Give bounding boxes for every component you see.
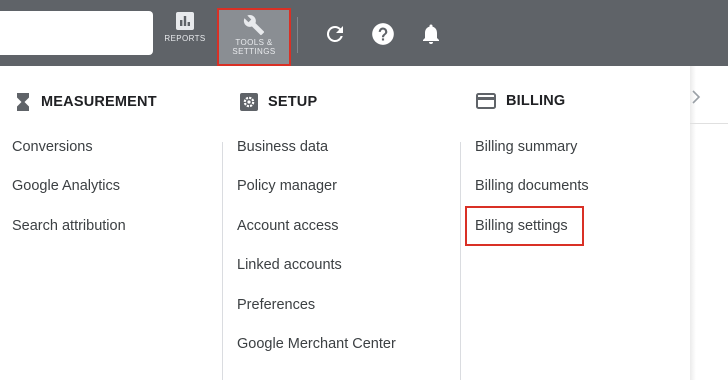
help-icon: [372, 23, 394, 45]
menu-item-preferences[interactable]: Preferences: [237, 297, 315, 313]
menu-item-google-analytics[interactable]: Google Analytics: [12, 178, 120, 194]
bell-icon: [423, 24, 439, 44]
menu-item-account-access[interactable]: Account access: [237, 218, 339, 234]
tools-settings-button[interactable]: TOOLS & SETTINGS: [217, 8, 291, 66]
billing-column: BILLING Billing summary Billing document…: [460, 66, 690, 380]
billing-settings-highlight: [465, 206, 584, 246]
background-page: [690, 66, 728, 380]
refresh-icon: [326, 25, 343, 42]
help-button[interactable]: [369, 20, 397, 48]
menu-item-billing-summary[interactable]: Billing summary: [475, 139, 577, 155]
panel-shadow: [690, 66, 696, 380]
credit-card-icon: [476, 93, 496, 109]
menu-item-search-attribution[interactable]: Search attribution: [12, 218, 126, 234]
measurement-heading: MEASUREMENT: [15, 93, 157, 111]
refresh-button[interactable]: [321, 20, 349, 48]
hourglass-icon: [17, 93, 29, 111]
menu-item-linked-accounts[interactable]: Linked accounts: [237, 257, 342, 273]
setup-column: SETUP Business data Policy manager Accou…: [222, 66, 460, 380]
wrench-icon: [243, 15, 265, 36]
column-divider: [222, 142, 223, 380]
setup-heading: SETUP: [240, 93, 317, 111]
tools-label-line2: SETTINGS: [232, 47, 276, 56]
measurement-column: MEASUREMENT Conversions Google Analytics…: [0, 66, 222, 380]
gear-box-icon: [240, 93, 258, 111]
measurement-heading-label: MEASUREMENT: [41, 94, 157, 110]
top-toolbar: REPORTS TOOLS & SETTINGS: [0, 0, 728, 66]
toolbar-divider: [297, 17, 298, 53]
reports-label: REPORTS: [164, 34, 206, 43]
billing-heading-label: BILLING: [506, 93, 566, 109]
menu-item-policy-manager[interactable]: Policy manager: [237, 178, 337, 194]
divider: [690, 123, 728, 124]
setup-heading-label: SETUP: [268, 94, 318, 110]
billing-heading: BILLING: [476, 93, 565, 109]
tools-label-line1: TOOLS &: [235, 38, 273, 47]
bar-chart-icon: [176, 12, 194, 30]
menu-item-business-data[interactable]: Business data: [237, 139, 328, 155]
search-input[interactable]: [0, 11, 153, 55]
menu-item-conversions[interactable]: Conversions: [12, 139, 93, 155]
reports-button[interactable]: REPORTS: [160, 11, 210, 57]
menu-item-billing-documents[interactable]: Billing documents: [475, 178, 589, 194]
column-divider: [460, 142, 461, 380]
chevron-right-icon[interactable]: [690, 89, 702, 105]
notifications-button[interactable]: [417, 20, 445, 48]
menu-item-google-merchant-center[interactable]: Google Merchant Center: [237, 336, 396, 352]
